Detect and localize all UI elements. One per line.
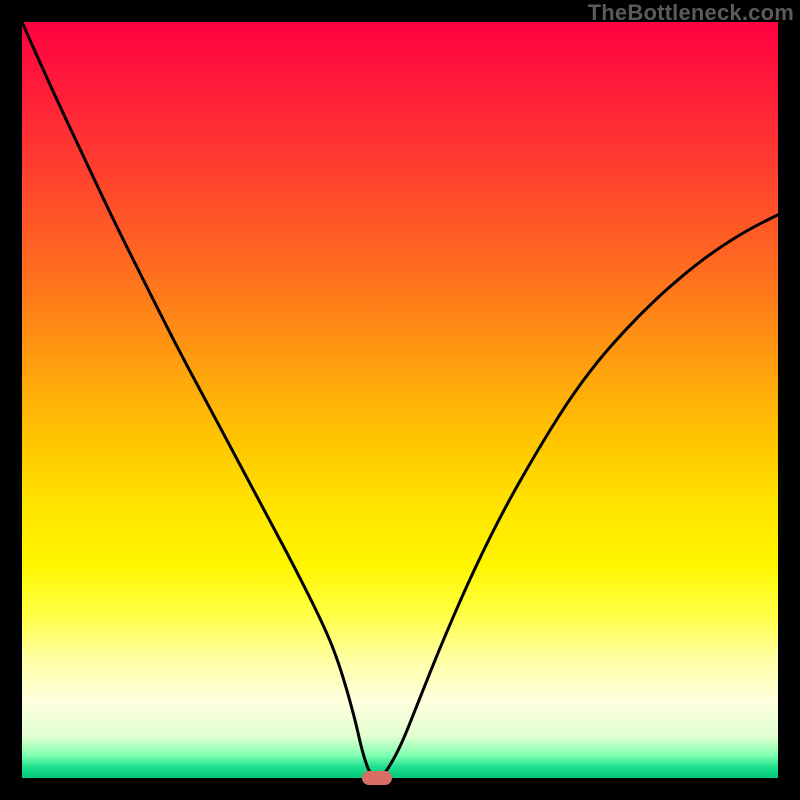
chart-frame: TheBottleneck.com bbox=[0, 0, 800, 800]
watermark-text: TheBottleneck.com bbox=[588, 0, 794, 26]
curve-path bbox=[22, 22, 778, 777]
optimum-marker bbox=[362, 771, 392, 785]
bottleneck-curve bbox=[22, 22, 778, 778]
